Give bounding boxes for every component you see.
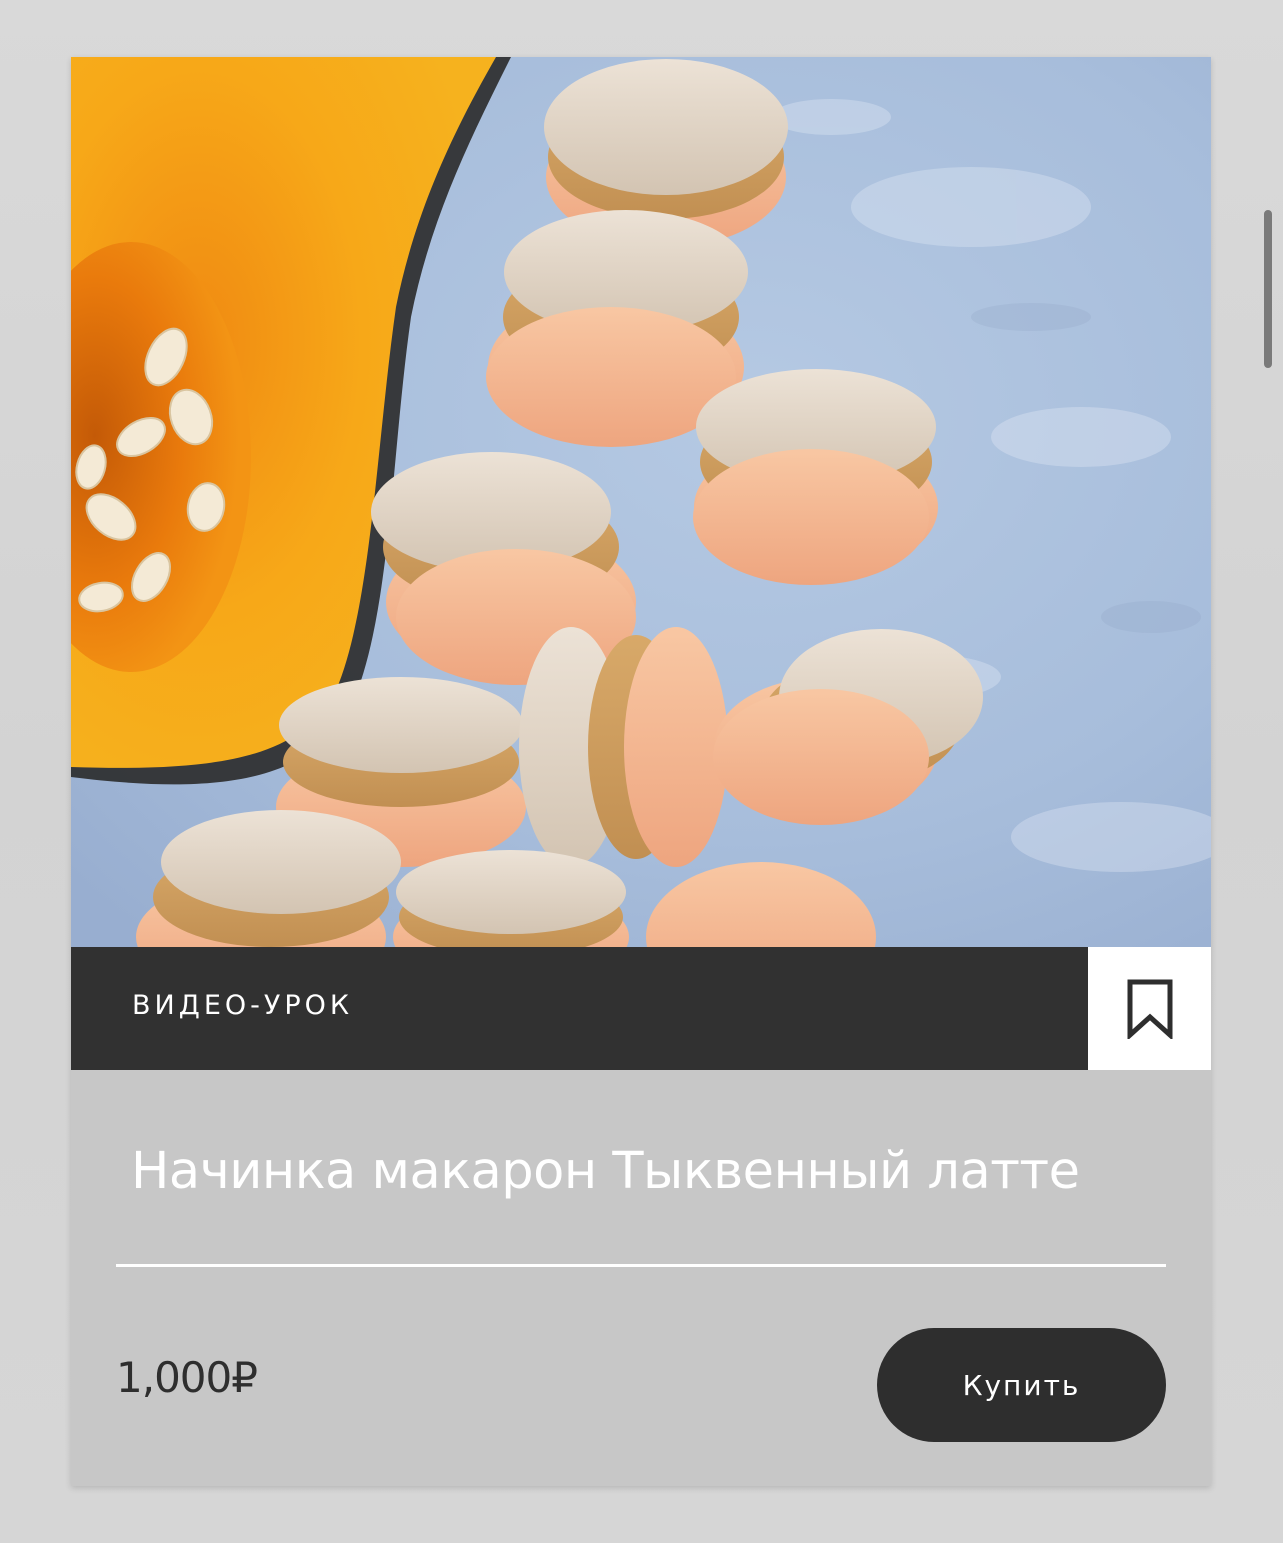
category-tag: ВИДЕО-УРОК (132, 990, 354, 1021)
product-photo[interactable] (71, 57, 1211, 947)
divider (116, 1264, 1166, 1267)
product-title[interactable]: Начинка макарон Тыквенный латте (131, 1142, 1080, 1201)
product-price: 1,000₽ (116, 1353, 258, 1402)
buy-button[interactable]: Купить (877, 1328, 1166, 1442)
bookmark-icon (1127, 979, 1172, 1039)
bookmark-button[interactable] (1088, 947, 1211, 1070)
category-bar: ВИДЕО-УРОК (71, 947, 1088, 1070)
scrollbar[interactable] (1264, 210, 1272, 368)
product-card[interactable]: ВИДЕО-УРОК Начинка макарон Тыквенный лат… (71, 57, 1211, 1486)
macarons-image (71, 57, 1211, 947)
